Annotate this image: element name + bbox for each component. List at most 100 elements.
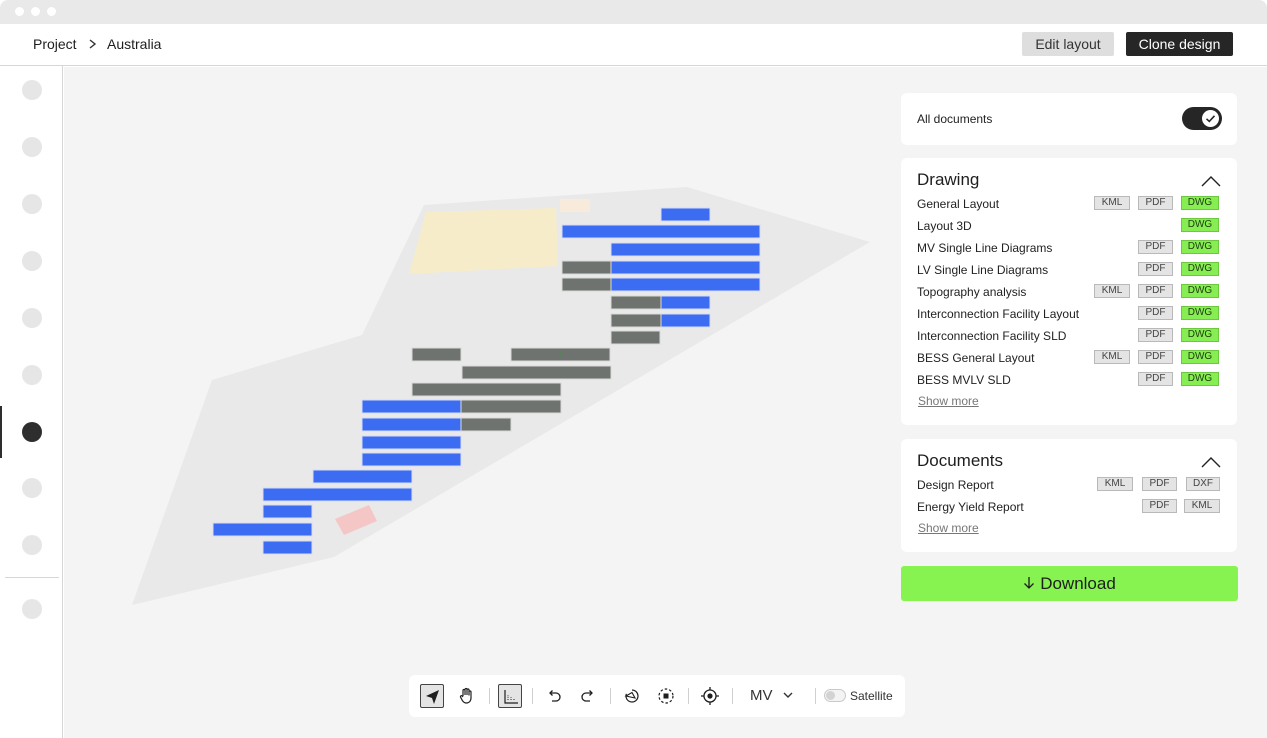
chevron-up-icon[interactable] [1200,174,1222,188]
select-tool[interactable] [420,684,444,708]
dwg-tag[interactable]: DWG [1181,372,1219,386]
drawing-row-interconnection-layout: Interconnection Facility Layout PDF DWG [901,303,1237,325]
clone-design-button[interactable]: Clone design [1126,32,1233,56]
pdf-tag[interactable]: PDF [1138,196,1173,210]
download-button[interactable]: Download [901,566,1238,601]
doc-name: Interconnection Facility Layout [917,307,1080,321]
doc-name: Topography analysis [917,285,1027,299]
locate-tool[interactable] [698,684,722,708]
map-toolbar: MV Satellite [409,675,905,717]
sidebar-item[interactable] [22,599,42,619]
chevron-down-icon[interactable] [782,690,794,700]
sidebar-item-active[interactable] [22,422,42,442]
all-documents-label: All documents [917,112,993,126]
dwg-tag[interactable]: DWG [1181,262,1219,276]
rotate-dashed-icon [658,688,674,704]
satellite-toggle[interactable] [824,689,846,702]
toggle-knob [826,691,835,700]
download-label: Download [1040,573,1116,593]
sidebar-item[interactable] [22,251,42,271]
sidebar-item[interactable] [22,194,42,214]
kml-tag[interactable]: KML [1184,499,1220,513]
toolbar-separator [489,688,490,704]
measure-icon [504,690,518,704]
dwg-tag[interactable]: DWG [1181,240,1219,254]
pdf-tag[interactable]: PDF [1138,240,1173,254]
doc-name: Design Report [917,478,994,492]
doc-name: BESS MVLV SLD [917,373,1011,387]
pdf-tag[interactable]: PDF [1138,262,1173,276]
toolbar-separator [732,688,733,704]
pdf-tag[interactable]: PDF [1138,306,1173,320]
pdf-tag[interactable]: PDF [1138,372,1173,386]
dwg-tag[interactable]: DWG [1181,196,1219,210]
doc-name: MV Single Line Diagrams [917,241,1053,255]
drawing-row-mv-sld: MV Single Line Diagrams PDF DWG [901,237,1237,259]
marker-point [560,354,562,356]
sidebar-item[interactable] [22,308,42,328]
exclusion-zone-yellow [409,208,558,274]
all-documents-toggle[interactable] [1182,107,1222,130]
documents-title: Documents [917,451,1003,470]
sidebar-item[interactable] [22,137,42,157]
pdf-tag[interactable]: PDF [1138,284,1173,298]
check-icon [1205,115,1216,123]
sidebar-item[interactable] [22,365,42,385]
kml-tag[interactable]: KML [1094,350,1130,364]
drawing-row-lv-sld: LV Single Line Diagrams PDF DWG [901,259,1237,281]
dwg-tag[interactable]: DWG [1181,284,1219,298]
pdf-tag[interactable]: PDF [1142,477,1177,491]
undo-button[interactable] [542,684,566,708]
doc-name: Interconnection Facility SLD [917,329,1067,343]
sidebar-item[interactable] [22,478,42,498]
redo-button[interactable] [576,684,600,708]
window-dot [31,7,40,16]
pdf-tag[interactable]: PDF [1138,350,1173,364]
kml-tag[interactable]: KML [1097,477,1133,491]
toolbar-separator [532,688,533,704]
rotate-dashed-tool[interactable] [654,684,678,708]
select-icon [426,690,439,704]
toolbar-separator [610,688,611,704]
drawing-row-bess-mvlv-sld: BESS MVLV SLD PDF DWG [901,369,1237,391]
drawing-row-general-layout: General Layout KML PDF DWG [901,193,1237,215]
documents-row-energy-yield: Energy Yield Report PDF KML [901,496,1237,518]
sidebar-divider [5,577,59,578]
documents-show-more-link[interactable]: Show more [918,521,979,535]
satellite-label: Satellite [850,689,893,703]
drawing-row-interconnection-sld: Interconnection Facility SLD PDF DWG [901,325,1237,347]
dwg-tag[interactable]: DWG [1181,218,1219,232]
toolbar-separator [815,688,816,704]
breadcrumb-current: Australia [107,36,162,52]
pdf-tag[interactable]: PDF [1142,499,1177,513]
download-arrow-icon [1024,576,1035,589]
kml-tag[interactable]: KML [1094,196,1130,210]
layer-select-label[interactable]: MV [750,687,773,704]
measure-tool[interactable] [498,684,522,708]
drawing-show-more-link[interactable]: Show more [918,394,979,408]
dxf-tag[interactable]: DXF [1186,477,1220,491]
breadcrumb-project[interactable]: Project [33,36,77,52]
redo-icon [581,690,593,702]
edit-layout-button[interactable]: Edit layout [1022,32,1114,56]
drawing-title: Drawing [917,170,980,189]
toolbar-separator [688,688,689,704]
doc-name: LV Single Line Diagrams [917,263,1049,277]
undo-icon [549,690,561,702]
doc-name: BESS General Layout [917,351,1035,365]
dwg-tag[interactable]: DWG [1181,306,1219,320]
hand-icon [459,687,472,704]
sidebar-item[interactable] [22,80,42,100]
toggle-knob [1202,110,1219,127]
sidebar-active-indicator [0,406,2,458]
chevron-up-icon[interactable] [1200,455,1222,469]
pan-tool[interactable] [455,684,479,708]
dwg-tag[interactable]: DWG [1181,328,1219,342]
documents-panel: Documents Design Report KML PDF DXF Ener… [901,439,1237,552]
drawing-panel: Drawing General Layout KML PDF DWG Layou… [901,158,1237,425]
dwg-tag[interactable]: DWG [1181,350,1219,364]
rotate-tool[interactable] [620,684,644,708]
sidebar-item[interactable] [22,535,42,555]
pdf-tag[interactable]: PDF [1138,328,1173,342]
kml-tag[interactable]: KML [1094,284,1130,298]
